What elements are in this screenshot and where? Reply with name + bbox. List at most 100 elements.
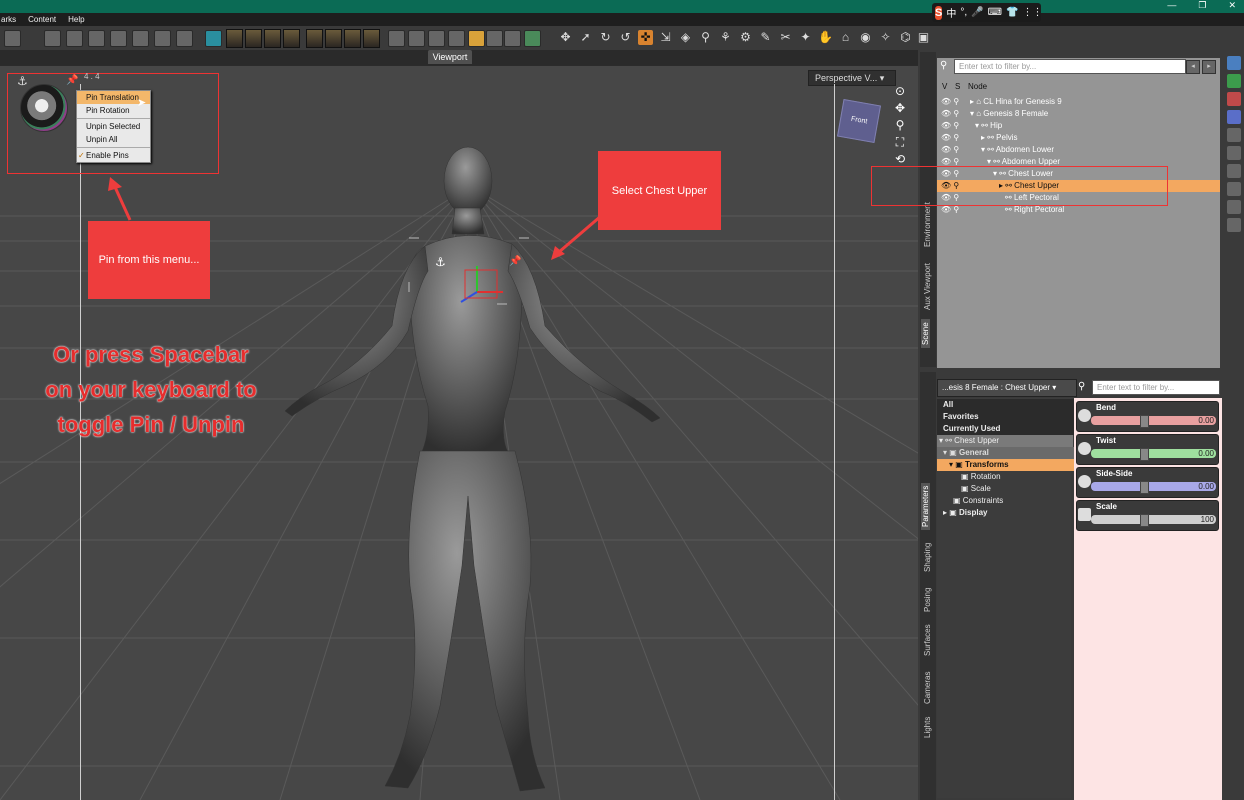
ime-language-icon[interactable]: 中 xyxy=(946,5,956,20)
tree-item-general[interactable]: ▾ ▣ General xyxy=(937,447,1077,459)
preset-thumbnail[interactable] xyxy=(325,29,342,48)
translate-tool-icon[interactable]: ⇲ xyxy=(658,30,673,45)
tab-posing[interactable]: Posing xyxy=(923,588,932,612)
pointer-tool-icon[interactable]: ➚ xyxy=(578,30,593,45)
scene-node-row[interactable]: 👁 ⚲ ▾ ⚯ Abdomen Lower xyxy=(937,144,1220,156)
menu-item-unpin-selected[interactable]: Unpin Selected xyxy=(77,120,150,133)
sogou-logo[interactable]: S xyxy=(935,5,943,20)
view-cube[interactable]: Front xyxy=(836,98,882,144)
plus-plugin-icon[interactable] xyxy=(504,30,521,47)
eye-icon[interactable]: 👁 ⚲ xyxy=(941,96,959,108)
figure-tool-icon[interactable] xyxy=(154,30,171,47)
rotate-tool-icon[interactable]: ↺ xyxy=(618,30,633,45)
slider-track[interactable] xyxy=(1091,515,1216,524)
tree-item-all[interactable]: All xyxy=(937,399,1077,411)
menu-item-content[interactable]: Content xyxy=(27,15,57,24)
eye-icon[interactable]: 👁 ⚲ xyxy=(941,132,959,144)
tree-item-rotation[interactable]: ▣ Rotation xyxy=(937,471,1095,483)
chest-gizmo[interactable]: ⚓ 📌 xyxy=(405,232,545,312)
slider-value[interactable]: 100 xyxy=(1201,515,1214,524)
figure-tool-icon[interactable] xyxy=(66,30,83,47)
panel-icon[interactable] xyxy=(1227,182,1241,196)
tab-surfaces[interactable]: Surfaces xyxy=(923,624,932,656)
tree-item-transforms[interactable]: ▾ ▣ Transforms xyxy=(937,459,1083,471)
slider-knob[interactable] xyxy=(1140,415,1149,428)
eye-icon[interactable]: 👁 ⚲ xyxy=(941,108,959,120)
slider-knob[interactable] xyxy=(1140,481,1149,494)
figure-tool-icon[interactable] xyxy=(408,30,425,47)
pin-gizmo-widget[interactable] xyxy=(20,84,68,132)
plugin-icon[interactable] xyxy=(468,30,485,47)
preset-thumbnail[interactable] xyxy=(344,29,361,48)
figure-tool-icon[interactable] xyxy=(388,30,405,47)
slider-track[interactable] xyxy=(1091,449,1216,458)
eye-icon[interactable]: 👁 ⚲ xyxy=(941,144,959,156)
node-selection-tool-icon[interactable]: ✥ xyxy=(558,30,573,45)
scale-slider[interactable]: Scale 100 xyxy=(1076,500,1219,531)
tool-icon[interactable]: ◉ xyxy=(858,30,873,45)
preset-thumbnail[interactable] xyxy=(363,29,380,48)
menu-item-help[interactable]: Help xyxy=(67,15,85,24)
panel-icon[interactable] xyxy=(1227,200,1241,214)
plugin-icon[interactable] xyxy=(524,30,541,47)
tool-icon[interactable]: ✧ xyxy=(878,30,893,45)
scene-filter-input[interactable]: Enter text to filter by... xyxy=(954,59,1186,74)
scene-node-row[interactable]: 👁 ⚲ ▾ ⚯ Hip xyxy=(937,120,1220,132)
panel-icon[interactable] xyxy=(1227,92,1241,106)
ime-punctuation-icon[interactable]: °, xyxy=(960,7,967,18)
figure-tool-icon[interactable] xyxy=(110,30,127,47)
parameters-node-dropdown[interactable]: ...esis 8 Female : Chest Upper ▾ xyxy=(937,379,1077,397)
side-side-slider[interactable]: Side-Side 0.00 xyxy=(1076,467,1219,498)
slider-track[interactable] xyxy=(1091,482,1216,491)
twist-slider[interactable]: Twist 0.00 xyxy=(1076,434,1219,465)
preset-thumbnail[interactable] xyxy=(306,29,323,48)
search-icon[interactable]: ⚲ xyxy=(1078,381,1085,392)
close-button[interactable]: ✕ xyxy=(1228,0,1236,13)
tab-parameters[interactable]: Parameters xyxy=(921,482,930,530)
joint-editor-icon[interactable]: ⚲ xyxy=(698,30,713,45)
panel-icon[interactable] xyxy=(1227,74,1241,88)
tool-icon[interactable]: ⌬ xyxy=(898,30,913,45)
panel-icon[interactable] xyxy=(1227,218,1241,232)
ime-keyboard-icon[interactable]: ⌨ xyxy=(988,7,1002,18)
collapse-icon[interactable]: ◂ xyxy=(1186,60,1200,74)
tab-shaping[interactable]: Shaping xyxy=(923,543,932,572)
figure-tool-icon[interactable] xyxy=(448,30,465,47)
tree-item-chest-upper[interactable]: ▾ ⚯ Chest Upper xyxy=(937,435,1073,447)
panel-icon[interactable] xyxy=(1227,146,1241,160)
camera-icon[interactable]: ▣ xyxy=(916,30,931,45)
pose-tool-icon[interactable]: ⚙ xyxy=(738,30,753,45)
plugin-icon[interactable] xyxy=(486,30,503,47)
menu-item-unpin-all[interactable]: Unpin All xyxy=(77,133,150,146)
figure-tool-icon[interactable] xyxy=(428,30,445,47)
panel-icon[interactable] xyxy=(1227,56,1241,70)
tool-icon[interactable]: ✦ xyxy=(798,30,813,45)
pushpin-icon[interactable]: 📌 xyxy=(66,75,78,86)
figure-tool-icon[interactable] xyxy=(176,30,193,47)
scene-node-row[interactable]: 👁 ⚲ ▸ ⌂ CL Hina for Genesis 9 xyxy=(937,96,1220,108)
toolbar-menu-icon[interactable] xyxy=(4,30,21,47)
hand-tool-icon[interactable]: ✋ xyxy=(818,30,833,45)
brush-tool-icon[interactable]: ✎ xyxy=(758,30,773,45)
slider-value[interactable]: 0.00 xyxy=(1198,449,1214,458)
scale-tool-icon[interactable]: ◈ xyxy=(678,30,693,45)
parameters-filter-input[interactable]: Enter text to filter by... xyxy=(1092,380,1220,395)
zoom-icon[interactable]: ⚲ xyxy=(890,118,910,135)
preset-thumbnail[interactable] xyxy=(283,29,300,48)
tree-item-currently-used[interactable]: Currently Used xyxy=(937,423,1077,435)
figure-tool-icon[interactable] xyxy=(132,30,149,47)
rotate-tool-icon[interactable]: ↻ xyxy=(598,30,613,45)
tree-item-constraints[interactable]: ▣ Constraints xyxy=(937,495,1087,507)
frame-icon[interactable]: ⛶ xyxy=(890,135,910,152)
maximize-button[interactable]: ❐ xyxy=(1198,0,1206,13)
render-settings-icon[interactable] xyxy=(205,30,222,47)
orbit-icon[interactable]: ⊙ xyxy=(890,84,910,101)
preset-thumbnail[interactable] xyxy=(245,29,262,48)
pose-tool-icon[interactable]: ⚘ xyxy=(718,30,733,45)
panel-icon[interactable] xyxy=(1227,110,1241,124)
tool-icon[interactable]: ✂ xyxy=(778,30,793,45)
universal-tool-icon[interactable]: ✜ xyxy=(638,30,653,45)
pan-icon[interactable]: ✥ xyxy=(890,101,910,118)
minimize-button[interactable]: — xyxy=(1167,0,1176,13)
search-icon[interactable]: ⚲ xyxy=(940,60,947,71)
